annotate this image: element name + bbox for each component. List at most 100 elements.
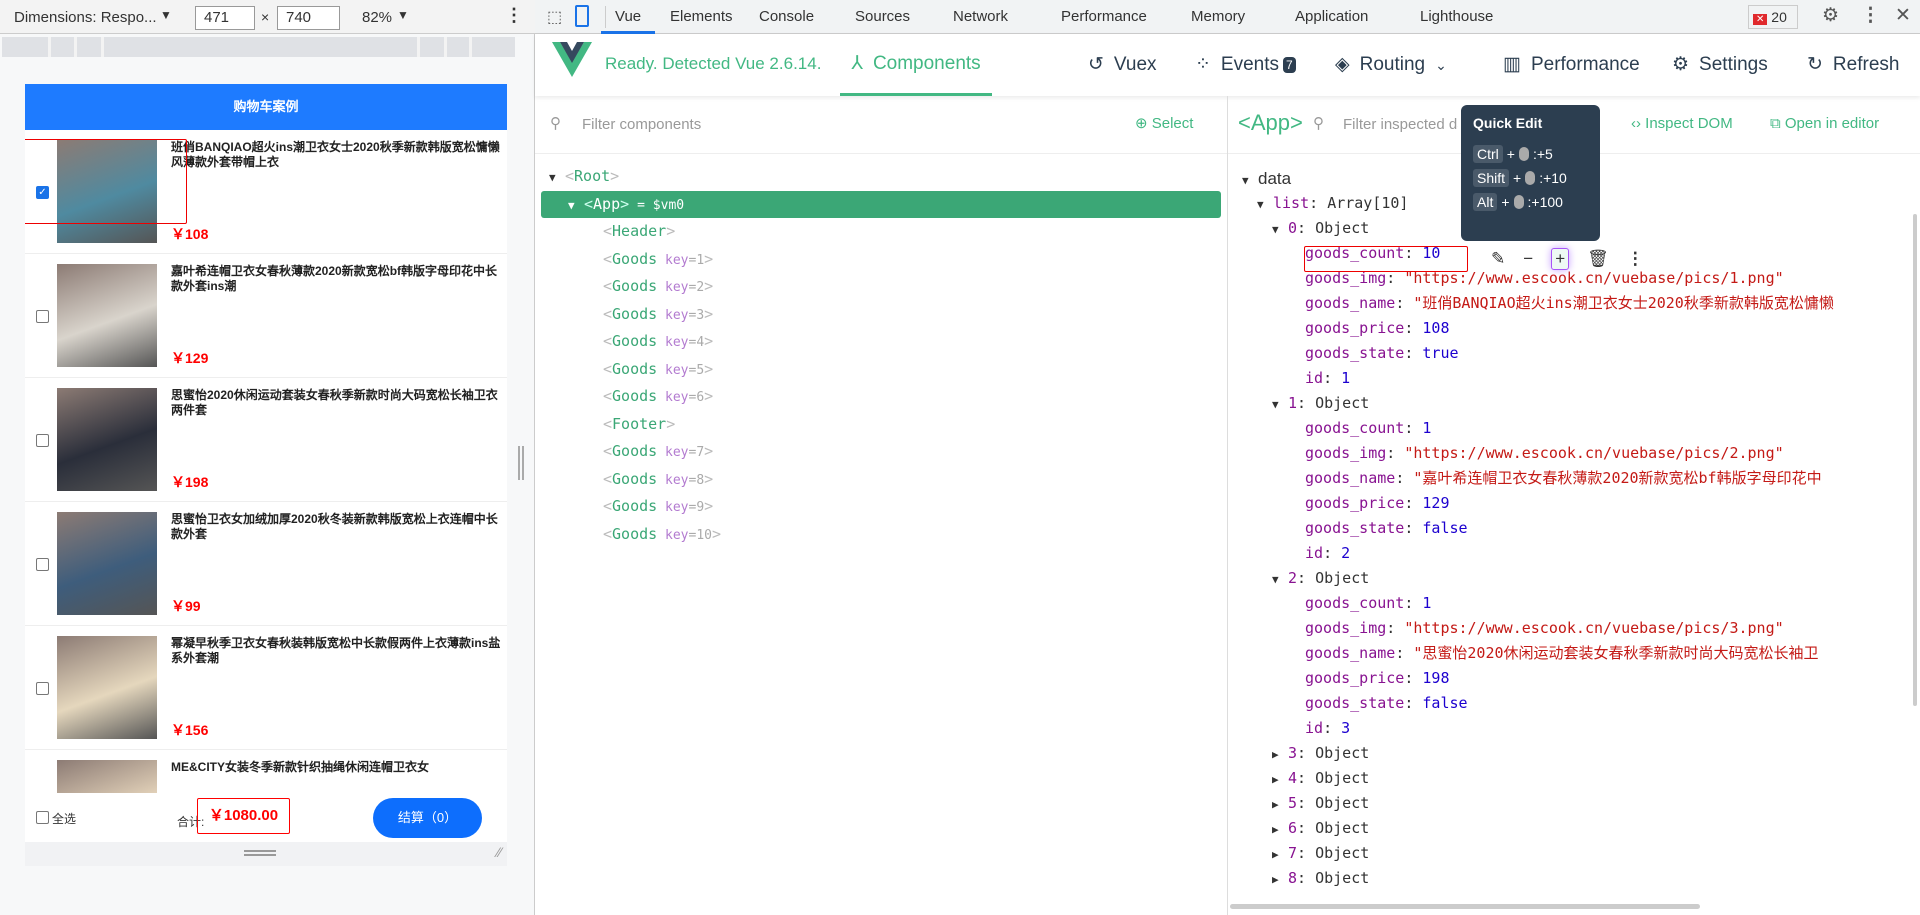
dimensions-dropdown[interactable]: Dimensions: Respo...: [14, 9, 157, 26]
inspect-dom-button[interactable]: ‹› Inspect DOM: [1631, 115, 1733, 132]
edit-icon[interactable]: ✎: [1491, 249, 1505, 269]
data-row[interactable]: ▼ data: [1242, 166, 1291, 191]
tab-memory[interactable]: Memory: [1191, 0, 1245, 34]
data-row[interactable]: goods_state: false: [1305, 691, 1468, 716]
data-row[interactable]: goods_name: "班俏BANQIAO超火ins潮卫衣女士2020秋季新款…: [1305, 291, 1834, 316]
nav-vuex[interactable]: ↺ Vuex: [1088, 34, 1157, 96]
data-row[interactable]: ▼ list: Array[10]: [1257, 191, 1408, 216]
expand-triangle-icon[interactable]: ▶: [1272, 742, 1288, 767]
nav-components[interactable]: ⅄ Components: [840, 34, 992, 96]
select-component-button[interactable]: ⊕ Select: [1135, 114, 1193, 132]
data-row[interactable]: ▶ 3: Object: [1272, 741, 1369, 766]
resize-handle[interactable]: ⁄⁄: [25, 842, 507, 866]
expand-triangle-icon[interactable]: ▼: [568, 192, 584, 219]
pane-resize-handle[interactable]: [518, 446, 524, 480]
chevron-down-icon[interactable]: ▼: [397, 8, 409, 22]
corner-resize-icon[interactable]: ⁄⁄: [497, 844, 502, 860]
expand-triangle-icon[interactable]: ▶: [1272, 842, 1288, 867]
gear-icon[interactable]: ⚙: [1822, 4, 1839, 27]
tree-node[interactable]: <Goods key=10>: [541, 521, 1221, 548]
collapse-triangle-icon[interactable]: ▼: [1272, 392, 1288, 417]
nav-events[interactable]: ⁘ Events 7: [1195, 34, 1296, 96]
data-row[interactable]: ▼ 1: Object: [1272, 391, 1369, 416]
filter-components-input[interactable]: Filter components: [582, 116, 701, 133]
tree-node[interactable]: <Goods key=8>: [541, 466, 1221, 493]
tree-node[interactable]: ▼ <Root>: [541, 163, 1221, 190]
tree-node[interactable]: <Goods key=3>: [541, 301, 1221, 328]
expand-triangle-icon[interactable]: ▼: [549, 164, 565, 191]
width-input[interactable]: 471: [195, 6, 255, 30]
tab-console[interactable]: Console: [759, 0, 814, 34]
increment-icon[interactable]: +: [1551, 248, 1570, 270]
data-row[interactable]: goods_img: "https://www.escook.cn/vuebas…: [1305, 441, 1784, 466]
tree-node[interactable]: <Goods key=7>: [541, 438, 1221, 465]
tree-node[interactable]: <Goods key=9>: [541, 493, 1221, 520]
nav-routing[interactable]: ◈ Routing ⌄: [1335, 34, 1447, 96]
data-row[interactable]: ▶ 4: Object: [1272, 766, 1369, 791]
expand-triangle-icon[interactable]: ▶: [1272, 767, 1288, 792]
more-options-icon[interactable]: ⋮: [1861, 4, 1880, 27]
data-row[interactable]: goods_state: true: [1305, 341, 1459, 366]
tree-node[interactable]: <Goods key=4>: [541, 328, 1221, 355]
height-input[interactable]: 740: [277, 6, 340, 30]
nav-settings[interactable]: ⚙ Settings: [1672, 34, 1768, 96]
nav-performance[interactable]: ▥ Performance: [1503, 34, 1640, 96]
checkout-button[interactable]: 结算（0）: [373, 798, 482, 838]
error-counter[interactable]: ✕ 20: [1748, 5, 1798, 29]
tab-elements[interactable]: Elements: [670, 0, 733, 34]
data-row[interactable]: id: 1: [1305, 366, 1350, 391]
tree-node[interactable]: <Goods key=6>: [541, 383, 1221, 410]
collapse-triangle-icon[interactable]: ▼: [1242, 168, 1258, 193]
data-row[interactable]: goods_count: 1: [1305, 416, 1431, 441]
close-icon[interactable]: ✕: [1895, 4, 1911, 27]
item-checkbox[interactable]: [36, 682, 49, 695]
filter-inspected-input[interactable]: Filter inspected data: [1343, 116, 1458, 133]
media-query-bar[interactable]: [2, 37, 515, 57]
tree-node[interactable]: <Goods key=5>: [541, 356, 1221, 383]
data-row[interactable]: goods_name: "思蜜怡2020休闲运动套装女春秋季新款时尚大码宽松长袖…: [1305, 641, 1819, 666]
open-in-editor-button[interactable]: ⧉ Open in editor: [1770, 115, 1879, 132]
data-row[interactable]: ▶ 7: Object: [1272, 841, 1369, 866]
item-checkbox[interactable]: [36, 434, 49, 447]
data-row[interactable]: ▶ 8: Object: [1272, 866, 1369, 891]
more-options-icon[interactable]: ⋮: [505, 5, 523, 26]
collapse-triangle-icon[interactable]: ▼: [1257, 192, 1273, 217]
tab-performance[interactable]: Performance: [1061, 0, 1147, 34]
expand-triangle-icon[interactable]: ▶: [1272, 867, 1288, 892]
collapse-triangle-icon[interactable]: ▼: [1272, 217, 1288, 242]
tree-node[interactable]: <Goods key=2>: [541, 273, 1221, 300]
expand-triangle-icon[interactable]: ▶: [1272, 817, 1288, 842]
data-row[interactable]: ▶ 5: Object: [1272, 791, 1369, 816]
data-row[interactable]: goods_price: 198: [1305, 666, 1450, 691]
item-checkbox[interactable]: [36, 558, 49, 571]
tree-node[interactable]: <Header>: [541, 218, 1221, 245]
data-row[interactable]: goods_price: 129: [1305, 491, 1450, 516]
data-row[interactable]: goods_state: false: [1305, 516, 1468, 541]
decrement-icon[interactable]: −: [1523, 249, 1533, 269]
data-row[interactable]: id: 2: [1305, 541, 1350, 566]
data-row[interactable]: goods_price: 108: [1305, 316, 1450, 341]
vertical-scrollbar[interactable]: [1913, 214, 1917, 706]
select-all-checkbox[interactable]: [36, 811, 49, 824]
tree-node[interactable]: <Footer>: [541, 411, 1221, 438]
nav-refresh[interactable]: ↻ Refresh: [1807, 34, 1899, 96]
tab-sources[interactable]: Sources: [855, 0, 910, 34]
device-toggle-icon[interactable]: [575, 5, 589, 27]
data-row[interactable]: ▼ 0: Object: [1272, 216, 1369, 241]
data-row[interactable]: ▶ 6: Object: [1272, 816, 1369, 841]
tab-lighthouse[interactable]: Lighthouse: [1420, 0, 1493, 34]
data-row[interactable]: goods_name: "嘉叶希连帽卫衣女春秋薄款2020新款宽松bf韩版字母印…: [1305, 466, 1822, 491]
inspect-element-icon[interactable]: ⬚: [547, 7, 562, 27]
tab-network[interactable]: Network: [953, 0, 1008, 34]
data-row[interactable]: id: 3: [1305, 716, 1350, 741]
zoom-dropdown[interactable]: 82%: [362, 9, 392, 26]
delete-icon[interactable]: 🗑: [1587, 249, 1609, 269]
horizontal-scrollbar[interactable]: [1230, 904, 1700, 909]
chevron-down-icon[interactable]: ▼: [160, 8, 172, 22]
tree-node[interactable]: <Goods key=1>: [541, 246, 1221, 273]
tab-vue[interactable]: Vue: [601, 0, 656, 34]
data-row[interactable]: ▼ 2: Object: [1272, 566, 1369, 591]
data-row[interactable]: goods_count: 1: [1305, 591, 1431, 616]
expand-triangle-icon[interactable]: ▶: [1272, 792, 1288, 817]
tab-application[interactable]: Application: [1295, 0, 1368, 34]
